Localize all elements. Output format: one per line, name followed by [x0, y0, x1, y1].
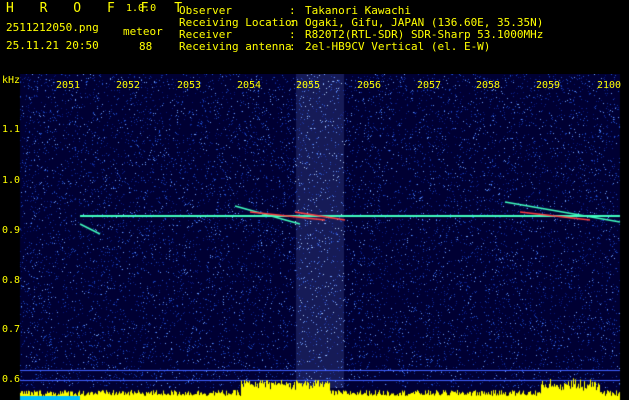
y-tick: 0.9	[2, 225, 21, 236]
spectrogram	[0, 74, 629, 400]
info-value: Takanori Kawachi	[305, 4, 411, 17]
info-sep: :	[289, 28, 296, 41]
meteor-label: meteor	[123, 25, 163, 38]
x-tick: 2057	[417, 80, 442, 91]
info-sep: :	[289, 16, 296, 29]
filename-label: 2511212050.png	[6, 21, 99, 34]
info-value: 2el-HB9CV Vertical (el. E-W)	[305, 40, 491, 53]
info-key: Receiving Location	[179, 16, 299, 29]
y-tick: 0.8	[2, 275, 21, 286]
info-key: Observer	[179, 4, 232, 17]
x-tick: 2059	[536, 80, 561, 91]
meteor-count: 88	[139, 40, 153, 53]
info-key: Receiving antenna	[179, 40, 292, 53]
x-tick: 2051	[56, 80, 81, 91]
info-value: R820T2(RTL-SDR) SDR-Sharp 53.1000MHz	[305, 28, 544, 41]
y-tick: 0.6	[2, 374, 21, 385]
y-tick: 0.7	[2, 324, 21, 335]
x-tick: 2054	[237, 80, 262, 91]
x-tick: 2100	[597, 80, 622, 91]
version-label: 1.0.0	[126, 3, 157, 14]
y-unit-label: kHz	[2, 75, 21, 86]
x-tick: 2056	[357, 80, 382, 91]
info-sep: :	[289, 40, 296, 53]
datetime-label: 25.11.21 20:50	[6, 39, 99, 52]
y-tick: 1.0	[2, 175, 21, 186]
info-sep: :	[289, 4, 296, 17]
info-key: Receiver	[179, 28, 232, 41]
info-value: Ogaki, Gifu, JAPAN (136.60E, 35.35N)	[305, 16, 544, 29]
x-tick: 2053	[177, 80, 202, 91]
x-tick: 2055	[296, 80, 321, 91]
app-title: H R O F F T	[6, 1, 192, 16]
x-tick: 2058	[476, 80, 501, 91]
x-tick: 2052	[116, 80, 141, 91]
y-tick: 1.1	[2, 124, 21, 135]
